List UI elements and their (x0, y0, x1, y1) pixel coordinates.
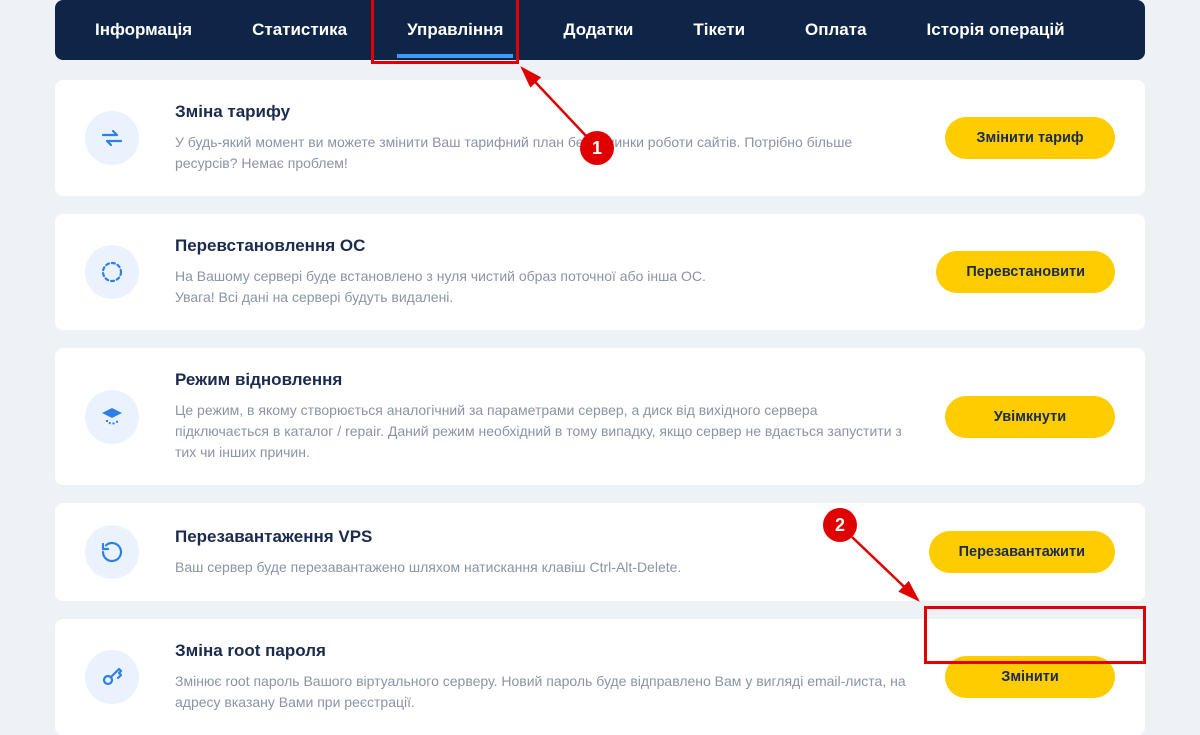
card-change-root-password: Зміна root пароля Змінює root пароль Ваш… (55, 619, 1145, 735)
recovery-icon (85, 390, 139, 444)
tabs-bar: Інформація Статистика Управління Додатки… (55, 0, 1145, 60)
card-title: Режим відновлення (175, 370, 909, 390)
tab-payment[interactable]: Оплата (795, 2, 877, 58)
tab-management[interactable]: Управління (397, 2, 513, 58)
swap-icon (85, 111, 139, 165)
tab-info[interactable]: Інформація (85, 2, 202, 58)
reboot-icon (85, 525, 139, 579)
reboot-button[interactable]: Перезавантажити (929, 531, 1115, 573)
card-desc: Це режим, в якому створюється аналогічни… (175, 400, 909, 463)
change-tariff-button[interactable]: Змінити тариф (945, 117, 1115, 159)
card-reboot-vps: Перезавантаження VPS Ваш сервер буде пер… (55, 503, 1145, 601)
card-desc: Ваш сервер буде перезавантажено шляхом н… (175, 557, 893, 578)
change-password-button[interactable]: Змінити (945, 656, 1115, 698)
tab-stats[interactable]: Статистика (242, 2, 357, 58)
card-title: Зміна тарифу (175, 102, 909, 122)
card-title: Перевстановлення ОС (175, 236, 900, 256)
card-body: Режим відновлення Це режим, в якому ство… (175, 370, 909, 463)
key-icon (85, 650, 139, 704)
reinstall-button[interactable]: Перевстановити (936, 251, 1115, 293)
card-title: Зміна root пароля (175, 641, 909, 661)
card-recovery-mode: Режим відновлення Це режим, в якому ство… (55, 348, 1145, 485)
enable-recovery-button[interactable]: Увімкнути (945, 396, 1115, 438)
card-title: Перезавантаження VPS (175, 527, 893, 547)
card-desc: Змінює root пароль Вашого віртуального с… (175, 671, 909, 713)
cards-container: Зміна тарифу У будь-який момент ви может… (0, 60, 1200, 735)
card-reinstall-os: Перевстановлення ОС На Вашому сервері бу… (55, 214, 1145, 330)
card-body: Перезавантаження VPS Ваш сервер буде пер… (175, 527, 893, 578)
card-body: Зміна root пароля Змінює root пароль Ваш… (175, 641, 909, 713)
tab-addons[interactable]: Додатки (553, 2, 643, 58)
card-body: Перевстановлення ОС На Вашому сервері бу… (175, 236, 900, 308)
card-desc: На Вашому сервері буде встановлено з нул… (175, 266, 900, 308)
card-change-tariff: Зміна тарифу У будь-який момент ви может… (55, 80, 1145, 196)
reinstall-icon (85, 245, 139, 299)
tab-tickets[interactable]: Тікети (683, 2, 755, 58)
tab-history[interactable]: Історія операцій (917, 2, 1075, 58)
card-body: Зміна тарифу У будь-який момент ви может… (175, 102, 909, 174)
card-desc: У будь-який момент ви можете змінити Ваш… (175, 132, 909, 174)
